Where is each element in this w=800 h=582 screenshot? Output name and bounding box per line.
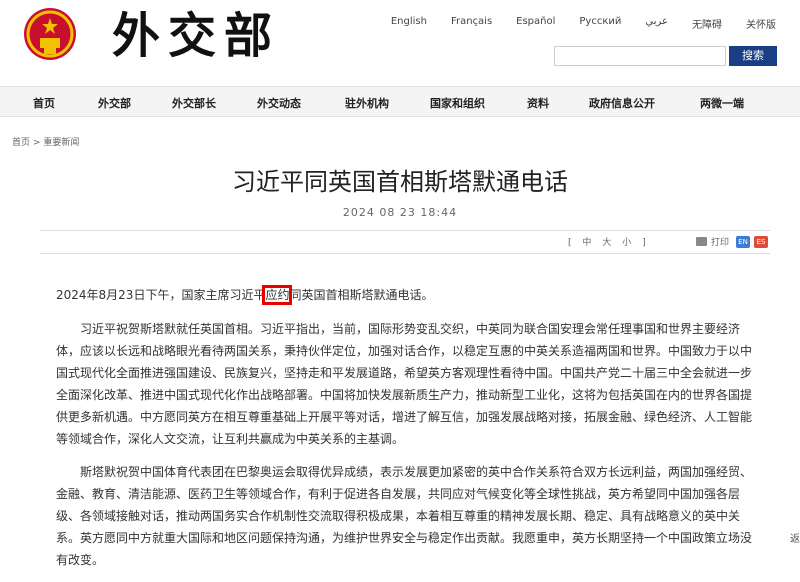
- bracket-left: [: [568, 238, 572, 248]
- article-paragraph-3: 斯塔默祝贺中国体育代表团在巴黎奥运会取得优异成绩，表示发展更加紧密的英中合作关系…: [56, 465, 753, 567]
- page-title: 习近平同英国首相斯塔默通电话: [232, 168, 568, 196]
- site-brand[interactable]: 外交部: [112, 6, 280, 66]
- national-emblem-icon[interactable]: [22, 6, 78, 62]
- breadcrumb-section[interactable]: 重要新闻: [43, 138, 79, 148]
- nav-item-info-disclosure[interactable]: 政府信息公开: [589, 95, 655, 111]
- nav-item-home[interactable]: 首页: [33, 95, 55, 111]
- nav-item-resources[interactable]: 资料: [527, 95, 549, 111]
- nav-item-social-media[interactable]: 两微一端: [700, 95, 744, 111]
- article-toolbar: [ 中 大 小 ] 打印 EN ES: [40, 230, 770, 254]
- site-header: 外交部 English Français Español Русский عرب…: [0, 0, 800, 84]
- font-size-large[interactable]: 大: [602, 238, 611, 248]
- bracket-right: ]: [642, 238, 646, 248]
- lang-russian-link[interactable]: Русский: [579, 16, 621, 31]
- care-mode-link[interactable]: 关怀版: [746, 16, 776, 31]
- article-paragraph-2: 习近平祝贺斯塔默就任英国首相。习近平指出，当前，国际形势变乱交织，中英同为联合国…: [56, 322, 753, 446]
- print-icon[interactable]: [696, 237, 707, 246]
- article-paragraph-1: 2024年8月23日下午，国家主席习近平应约同英国首相斯塔默通电话。: [56, 285, 434, 305]
- article-date: 2024 08 23 18:44: [342, 206, 458, 219]
- search-input[interactable]: [554, 46, 726, 66]
- nav-item-minister[interactable]: 外交部长: [172, 95, 216, 111]
- font-size-medium[interactable]: 中: [582, 238, 591, 248]
- nav-item-countries[interactable]: 国家和组织: [430, 95, 485, 111]
- breadcrumb: 首页 > 重要新闻: [12, 135, 79, 148]
- breadcrumb-separator: >: [32, 138, 41, 148]
- lang-french-link[interactable]: Français: [451, 16, 492, 31]
- back-to-top-button[interactable]: 返: [790, 530, 800, 545]
- print-link[interactable]: 打印: [711, 235, 729, 248]
- language-switcher: English Français Español Русский عربي 无障…: [367, 16, 776, 31]
- lang-en-button[interactable]: EN: [736, 236, 750, 248]
- main-nav: 首页 外交部 外交部长 外交动态 驻外机构 国家和组织 资料 政府信息公开 两微…: [0, 86, 800, 117]
- font-size-small[interactable]: 小: [622, 238, 631, 248]
- font-size-controls: [ 中 大 小 ]: [564, 235, 650, 248]
- article-body: 2024年8月23日下午，国家主席习近平应约同英国首相斯塔默通电话。 习近平祝贺…: [56, 284, 762, 582]
- lang-english-link[interactable]: English: [391, 16, 427, 31]
- lang-spanish-link[interactable]: Español: [516, 16, 555, 31]
- highlighted-text[interactable]: 应约: [262, 285, 293, 305]
- nav-item-news[interactable]: 外交动态: [257, 95, 301, 111]
- breadcrumb-home[interactable]: 首页: [12, 138, 30, 148]
- lang-es-button[interactable]: ES: [754, 236, 768, 248]
- nav-item-ministry[interactable]: 外交部: [98, 95, 131, 111]
- search-button[interactable]: 搜索: [729, 46, 777, 66]
- accessibility-link[interactable]: 无障碍: [692, 16, 722, 31]
- lang-arabic-link[interactable]: عربي: [645, 16, 668, 31]
- nav-item-missions[interactable]: 驻外机构: [345, 95, 389, 111]
